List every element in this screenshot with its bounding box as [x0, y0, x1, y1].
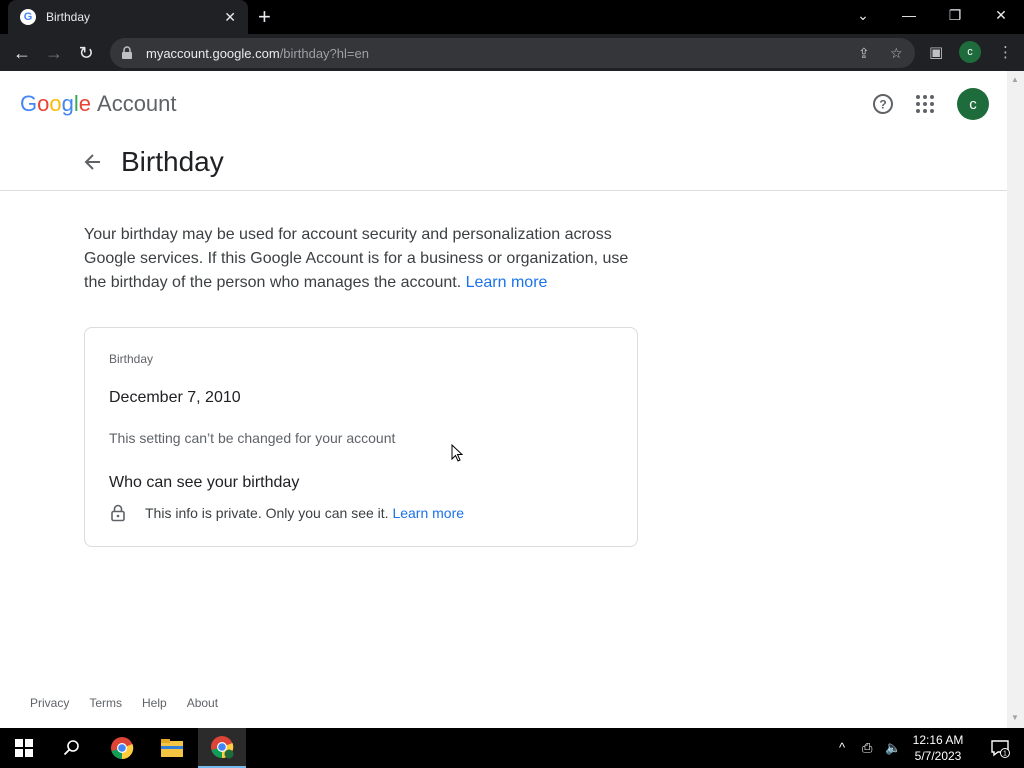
footer-privacy-link[interactable]: Privacy [30, 696, 69, 710]
setting-locked-note: This setting can’t be changed for your a… [109, 430, 396, 446]
minimize-icon[interactable]: — [886, 0, 932, 30]
privacy-text: This info is private. Only you can see i… [145, 505, 464, 521]
notification-count: 1 [1003, 751, 1007, 758]
back-arrow-icon[interactable] [82, 151, 104, 173]
back-icon[interactable]: ← [9, 40, 35, 66]
volume-icon[interactable]: 🔈 [885, 740, 901, 756]
tab-strip: G Birthday ✕ + ⌄ — ❐ ✕ [0, 0, 1024, 34]
notification-icon: 1 [991, 740, 1010, 758]
search-button[interactable] [48, 728, 96, 768]
tab-title: Birthday [46, 10, 91, 24]
birthday-label: Birthday [109, 352, 154, 366]
url-text: myaccount.google.com/birthday?hl=en [146, 45, 369, 61]
account-avatar[interactable]: c [957, 88, 989, 120]
scroll-up-icon[interactable]: ▲ [1011, 75, 1019, 84]
address-bar[interactable]: myaccount.google.com/birthday?hl=en [110, 38, 915, 68]
page-scrollbar[interactable]: ▲ ▼ [1007, 71, 1024, 728]
clock-time: 12:16 AM [912, 733, 964, 747]
google-account-logo[interactable]: Google Account [20, 91, 177, 117]
page-footer: Privacy Terms Help About [30, 696, 218, 710]
tab-search-icon[interactable]: ⌄ [840, 0, 886, 30]
footer-terms-link[interactable]: Terms [89, 696, 122, 710]
profile-avatar[interactable]: c [959, 41, 981, 63]
forward-icon[interactable]: → [41, 40, 67, 66]
folder-icon [161, 739, 183, 757]
svg-text:?: ? [879, 98, 886, 112]
reload-icon[interactable]: ↻ [73, 40, 99, 66]
lock-icon[interactable] [120, 46, 134, 60]
page-content: Google Account ? c Birthday Your birthda… [0, 71, 1007, 728]
taskbar-clock[interactable]: 12:16 AM 5/7/2023 [905, 732, 971, 764]
visibility-heading: Who can see your birthday [109, 474, 300, 491]
show-hidden-icons-icon[interactable]: ^ [839, 740, 845, 755]
birthday-value: December 7, 2010 [109, 389, 241, 406]
bookmark-star-icon[interactable]: ☆ [890, 45, 903, 62]
file-explorer-taskbar-icon[interactable] [148, 728, 196, 768]
clock-date: 5/7/2023 [914, 749, 962, 763]
header-divider [0, 190, 1007, 191]
close-tab-icon[interactable]: ✕ [224, 9, 236, 26]
birthday-card: Birthday December 7, 2010 This setting c… [84, 327, 638, 547]
menu-icon[interactable]: ⋮ [998, 43, 1013, 61]
new-tab-icon[interactable]: + [258, 6, 271, 28]
help-icon[interactable]: ? [872, 93, 894, 115]
browser-tab[interactable]: G Birthday ✕ [8, 0, 248, 34]
apps-grid-icon[interactable] [914, 93, 936, 115]
account-label: Account [97, 91, 177, 116]
learn-more-link[interactable]: Learn more [466, 274, 548, 291]
google-logo-text: Google [20, 91, 92, 116]
windows-logo-icon [15, 739, 33, 757]
share-icon[interactable]: ⇪ [858, 45, 870, 62]
footer-about-link[interactable]: About [187, 696, 218, 710]
privacy-learn-more-link[interactable]: Learn more [392, 505, 464, 521]
mouse-cursor-icon [451, 444, 463, 462]
browser-toolbar: ← → ↻ myaccount.google.com/birthday?hl=e… [0, 34, 1024, 71]
footer-help-link[interactable]: Help [142, 696, 167, 710]
page-description: Your birthday may be used for account se… [84, 223, 644, 295]
network-icon[interactable]: ⎙ [862, 740, 872, 756]
google-favicon-icon: G [20, 9, 36, 25]
page-title: Birthday [121, 146, 224, 177]
chrome-profile-icon [211, 736, 234, 759]
lock-icon [111, 504, 125, 522]
restore-icon[interactable]: ❐ [932, 0, 978, 30]
scroll-down-icon[interactable]: ▼ [1011, 713, 1019, 722]
side-panel-icon[interactable]: ▣ [929, 43, 943, 61]
search-icon [63, 740, 79, 756]
windows-taskbar: ^ ⎙ 🔈 12:16 AM 5/7/2023 1 [0, 728, 1024, 768]
start-button[interactable] [0, 728, 48, 768]
privacy-info: This info is private. Only you can see i… [145, 505, 389, 521]
chrome-icon [111, 737, 134, 760]
close-window-icon[interactable]: ✕ [978, 0, 1024, 30]
chrome-active-taskbar-icon[interactable] [198, 728, 246, 768]
notification-center-button[interactable]: 1 [976, 728, 1024, 768]
chrome-taskbar-icon[interactable] [98, 728, 146, 768]
